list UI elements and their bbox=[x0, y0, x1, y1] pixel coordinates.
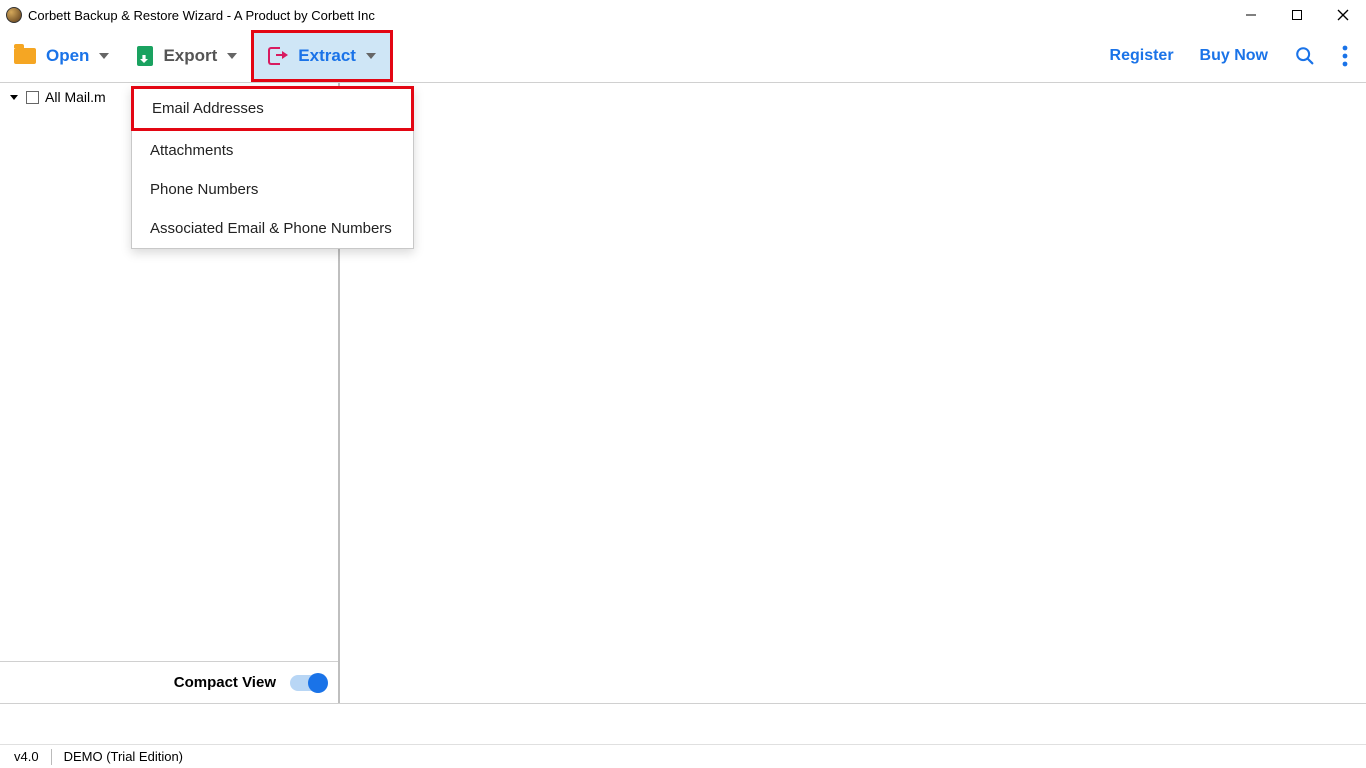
chevron-down-icon bbox=[99, 53, 109, 59]
tree-item-label: All Mail.m bbox=[45, 89, 106, 105]
compact-view-label: Compact View bbox=[174, 674, 276, 691]
open-button[interactable]: Open bbox=[0, 30, 123, 82]
chevron-down-icon bbox=[366, 53, 376, 59]
titlebar-left: Corbett Backup & Restore Wizard - A Prod… bbox=[6, 7, 375, 23]
extract-menu-associated[interactable]: Associated Email & Phone Numbers bbox=[132, 209, 413, 248]
version-label: v4.0 bbox=[14, 749, 39, 764]
extract-menu-attachments[interactable]: Attachments bbox=[132, 131, 413, 170]
separator bbox=[51, 749, 52, 765]
more-icon[interactable] bbox=[1342, 45, 1348, 67]
extract-dropdown: Email Addresses Attachments Phone Number… bbox=[131, 86, 414, 249]
app-icon bbox=[6, 7, 22, 23]
chevron-down-icon bbox=[10, 95, 18, 100]
toolbar: Open Export Extract Register Buy Now bbox=[0, 30, 1366, 83]
toolbar-right: Register Buy Now bbox=[1110, 45, 1366, 67]
window-title: Corbett Backup & Restore Wizard - A Prod… bbox=[28, 8, 375, 23]
titlebar: Corbett Backup & Restore Wizard - A Prod… bbox=[0, 0, 1366, 30]
checkbox[interactable] bbox=[26, 91, 39, 104]
file-icon bbox=[137, 46, 153, 66]
content-pane bbox=[340, 83, 1366, 703]
status-bar: v4.0 DEMO (Trial Edition) bbox=[0, 744, 1366, 768]
extract-label: Extract bbox=[298, 46, 356, 66]
window-controls bbox=[1228, 0, 1366, 30]
compact-view-toggle[interactable] bbox=[290, 675, 326, 691]
close-button[interactable] bbox=[1320, 0, 1366, 30]
extract-icon bbox=[268, 47, 288, 65]
register-link[interactable]: Register bbox=[1110, 47, 1174, 65]
extract-menu-email-addresses[interactable]: Email Addresses bbox=[131, 86, 414, 131]
search-icon[interactable] bbox=[1294, 45, 1316, 67]
extract-menu-phone-numbers[interactable]: Phone Numbers bbox=[132, 170, 413, 209]
compact-view-bar: Compact View bbox=[0, 661, 338, 703]
edition-label: DEMO (Trial Edition) bbox=[64, 749, 183, 764]
chevron-down-icon bbox=[227, 53, 237, 59]
blank-strip bbox=[0, 704, 1366, 744]
open-label: Open bbox=[46, 46, 89, 66]
folder-icon bbox=[14, 48, 36, 64]
maximize-button[interactable] bbox=[1274, 0, 1320, 30]
extract-button[interactable]: Extract bbox=[251, 30, 393, 82]
export-label: Export bbox=[163, 46, 217, 66]
buy-now-link[interactable]: Buy Now bbox=[1200, 47, 1268, 65]
toolbar-left: Open Export Extract bbox=[0, 30, 393, 82]
minimize-button[interactable] bbox=[1228, 0, 1274, 30]
export-button[interactable]: Export bbox=[123, 30, 251, 82]
